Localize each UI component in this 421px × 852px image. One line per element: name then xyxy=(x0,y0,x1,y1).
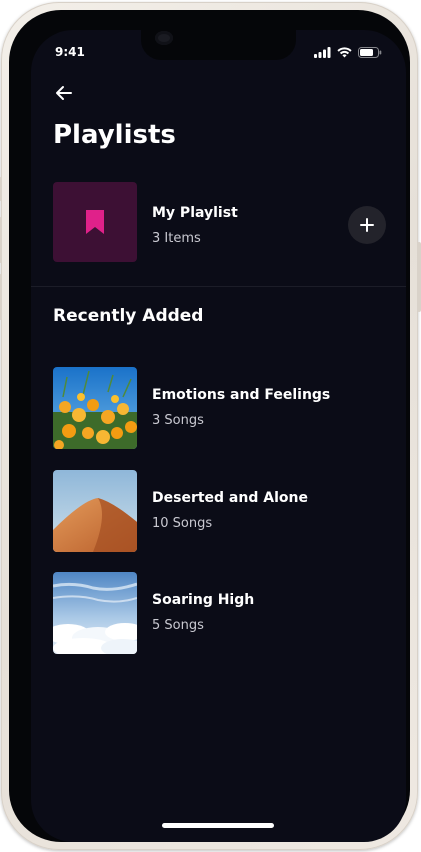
plus-icon xyxy=(360,218,374,232)
side-button-left-2 xyxy=(0,217,2,263)
playlist-item[interactable]: Emotions and Feelings 3 Songs xyxy=(53,367,386,449)
status-icons xyxy=(314,47,382,58)
add-to-playlist-button[interactable] xyxy=(348,206,386,244)
playlist-item-subtitle: 5 Songs xyxy=(152,618,204,633)
playlist-thumbnail xyxy=(53,572,137,654)
orange-flowers-image xyxy=(53,367,137,449)
cellular-signal-icon xyxy=(314,47,331,58)
wifi-icon xyxy=(337,47,352,58)
playlist-item-title: Deserted and Alone xyxy=(152,490,308,506)
playlist-item[interactable]: Deserted and Alone 10 Songs xyxy=(53,470,386,552)
battery-icon xyxy=(358,47,382,58)
bookmark-icon xyxy=(86,210,104,234)
playlist-item-subtitle: 10 Songs xyxy=(152,516,213,531)
playlist-item-title: Emotions and Feelings xyxy=(152,387,331,403)
notch xyxy=(141,30,296,60)
phone-frame: 9:41 Playlists My Playlist 3 Items Recen… xyxy=(0,2,421,850)
section-title: Recently Added xyxy=(53,306,204,326)
home-indicator[interactable] xyxy=(162,823,274,828)
playlist-tile xyxy=(53,182,137,262)
camera xyxy=(155,31,173,45)
phone-bezel: 9:41 Playlists My Playlist 3 Items Recen… xyxy=(9,10,410,842)
side-button-left-3 xyxy=(0,274,2,320)
playlist-name: My Playlist xyxy=(152,205,238,221)
playlist-thumbnail xyxy=(53,470,137,552)
page-title: Playlists xyxy=(53,120,176,150)
my-playlist-row[interactable]: My Playlist 3 Items xyxy=(53,182,386,262)
playlist-count: 3 Items xyxy=(152,231,201,246)
status-time: 9:41 xyxy=(55,45,85,59)
playlist-item-subtitle: 3 Songs xyxy=(152,413,204,428)
playlist-thumbnail xyxy=(53,367,137,449)
playlist-item-title: Soaring High xyxy=(152,592,255,608)
side-button-right xyxy=(417,242,421,312)
divider xyxy=(31,286,406,287)
playlist-item[interactable]: Soaring High 5 Songs xyxy=(53,572,386,654)
clouds-sky-image xyxy=(53,572,137,654)
back-button[interactable] xyxy=(53,82,75,104)
app-screen: 9:41 Playlists My Playlist 3 Items Recen… xyxy=(31,30,406,842)
side-button-left-1 xyxy=(0,177,2,201)
arrow-left-icon xyxy=(56,86,72,100)
desert-dune-image xyxy=(53,470,137,552)
